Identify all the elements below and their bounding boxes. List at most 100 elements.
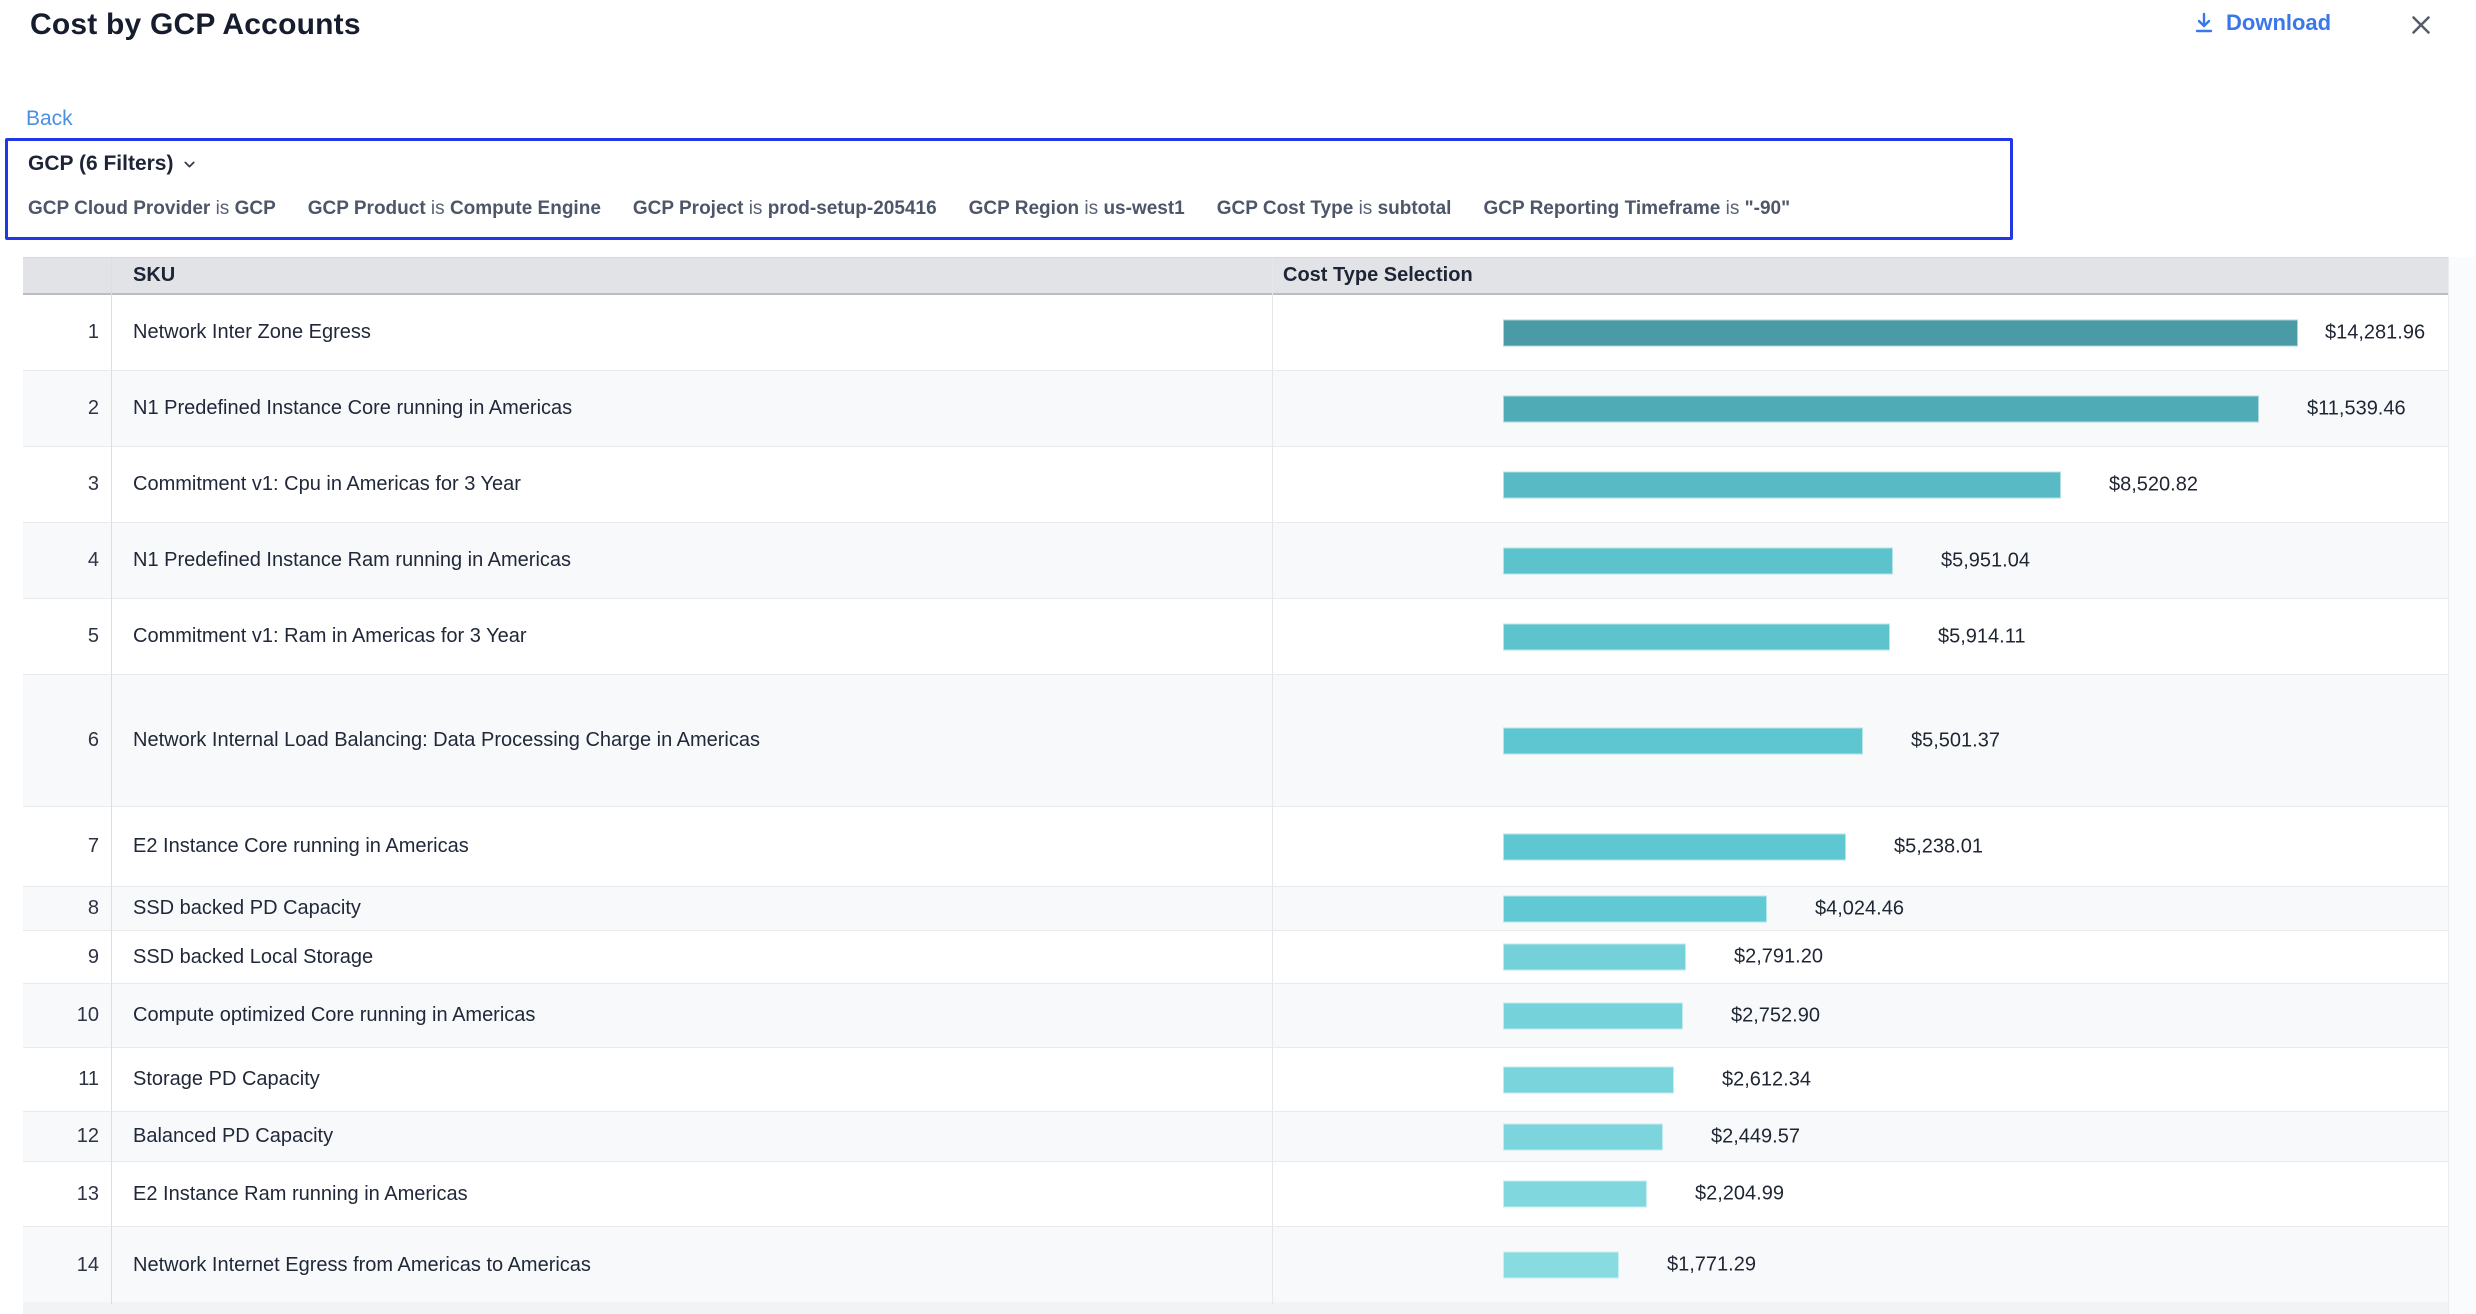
row-number: 5 (23, 599, 99, 674)
cost-value-label: $2,204.99 (1695, 1183, 1784, 1206)
row-number: 6 (23, 675, 99, 806)
scrollbar-gutter[interactable] (2448, 257, 2476, 1314)
cost-bar-cell: $2,791.20 (1272, 931, 2448, 983)
table-row: 4 N1 Predefined Instance Ram running in A… (23, 523, 2448, 599)
filter-chip-5[interactable]: GCP Reporting Timeframe is "-90" (1483, 198, 1790, 220)
filter-chip-0[interactable]: GCP Cloud Provider is GCP (28, 198, 276, 220)
row-number: 11 (23, 1048, 99, 1111)
row-number: 7 (23, 807, 99, 886)
sku-cell: Network Inter Zone Egress (133, 295, 1268, 370)
column-header-sku[interactable]: SKU (133, 258, 175, 293)
table-row: 12Balanced PD Capacity$2,449.57 (23, 1112, 2448, 1162)
row-number: 1 (23, 295, 99, 370)
row-number: 9 (23, 931, 99, 983)
cost-bar-cell: $1,771.29 (1272, 1227, 2448, 1303)
column-header-cost-type-selection[interactable]: Cost Type Selection (1283, 258, 1473, 293)
row-number: 10 (23, 984, 99, 1047)
cost-value-label: $5,914.11 (1938, 625, 2026, 648)
cost-bar-cell: $2,612.34 (1272, 1048, 2448, 1111)
cost-value-label: $2,612.34 (1722, 1068, 1811, 1091)
cost-bar-cell: $8,520.82 (1272, 447, 2448, 522)
cost-bar-cell: $5,238.01 (1272, 807, 2448, 886)
cost-bar (1503, 395, 2259, 422)
cost-bar (1503, 319, 2298, 346)
filter-chip-3[interactable]: GCP Region is us-west1 (969, 198, 1185, 220)
cost-bar-cell: $5,951.04 (1272, 523, 2448, 598)
table-body: 1 Network Inter Zone Egress $14,281.96 2N1 … (23, 295, 2448, 1304)
table-row: 5 Commitment v1: Ram in Americas for 3 Ye… (23, 599, 2448, 675)
cost-value-label: $4,024.46 (1815, 897, 1904, 920)
cost-bar (1503, 1002, 1683, 1029)
cost-bar (1503, 833, 1846, 860)
cost-bar (1503, 1066, 1674, 1093)
sku-cell: N1 Predefined Instance Core running in A… (133, 371, 1268, 446)
close-icon (2406, 10, 2436, 40)
download-icon (2192, 11, 2216, 35)
cost-bar-cell: $5,501.37 (1272, 675, 2448, 806)
table-row: 10Compute optimized Core running in Amer… (23, 984, 2448, 1048)
cost-value-label: $14,281.96 (2325, 321, 2425, 344)
download-button[interactable]: Download (2192, 10, 2331, 36)
cost-bar-cell: $5,914.11 (1272, 599, 2448, 674)
row-number: 3 (23, 447, 99, 522)
sku-cell: Commitment v1: Ram in Americas for 3 Yea… (133, 599, 1268, 674)
cost-bar-cell: $11,539.46 (1272, 371, 2448, 446)
cost-bar (1503, 1252, 1619, 1279)
sku-cell: E2 Instance Ram running in Americas (133, 1162, 1268, 1226)
table-row: 3 Commitment v1: Cpu in Americas for 3 Ye… (23, 447, 2448, 523)
table-row: 14 Network Internet Egress from Americas … (23, 1227, 2448, 1304)
download-label: Download (2226, 10, 2331, 36)
row-number: 4 (23, 523, 99, 598)
cost-bar (1503, 471, 2061, 498)
sku-cell: Network Internal Load Balancing: Data Pr… (133, 675, 1268, 806)
close-button[interactable] (2406, 10, 2436, 40)
filter-list: GCP Cloud Provider is GCP GCP Product is … (28, 198, 1790, 220)
row-number: 13 (23, 1162, 99, 1226)
table-bottom-edge (23, 1302, 2448, 1314)
filter-panel: GCP (6 Filters) GCP Cloud Provider is GC… (5, 138, 2013, 240)
table-row: 2N1 Predefined Instance Core running in … (23, 371, 2448, 447)
row-number: 8 (23, 887, 99, 930)
cost-table: SKU Cost Type Selection 1 Network Inter Z… (23, 257, 2448, 1304)
table-row: 9 SSD backed Local Storage $2,791.20 (23, 931, 2448, 984)
sku-cell: Balanced PD Capacity (133, 1112, 1268, 1161)
cost-bar (1503, 944, 1686, 971)
cost-value-label: $5,951.04 (1941, 549, 2030, 572)
filter-chip-4[interactable]: GCP Cost Type is subtotal (1217, 198, 1452, 220)
filter-chip-2[interactable]: GCP Project is prod-setup-205416 (633, 198, 937, 220)
sku-cell: E2 Instance Core running in Americas (133, 807, 1268, 886)
table-header-row: SKU Cost Type Selection (23, 258, 2448, 295)
sku-cell: N1 Predefined Instance Ram running in Am… (133, 523, 1268, 598)
sku-cell: Network Internet Egress from Americas to… (133, 1227, 1268, 1303)
sku-cell: Commitment v1: Cpu in Americas for 3 Yea… (133, 447, 1268, 522)
filter-chip-1[interactable]: GCP Product is Compute Engine (308, 198, 601, 220)
cost-value-label: $1,771.29 (1667, 1254, 1756, 1277)
page-title: Cost by GCP Accounts (30, 8, 361, 42)
table-row: 11 Storage PD Capacity $2,612.34 (23, 1048, 2448, 1112)
sku-cell: SSD backed Local Storage (133, 931, 1268, 983)
cost-bar-cell: $2,204.99 (1272, 1162, 2448, 1226)
column-divider-number (111, 258, 112, 1304)
chevron-down-icon (181, 156, 198, 173)
cost-value-label: $2,449.57 (1711, 1125, 1800, 1148)
cost-bar (1503, 547, 1893, 574)
row-number: 14 (23, 1227, 99, 1303)
cost-value-label: $2,791.20 (1734, 946, 1823, 969)
cost-bar (1503, 1181, 1647, 1208)
cost-bar (1503, 1123, 1663, 1150)
sku-cell: SSD backed PD Capacity (133, 887, 1268, 930)
cost-value-label: $5,501.37 (1911, 729, 2000, 752)
table-row: 8 SSD backed PD Capacity $4,024.46 (23, 887, 2448, 931)
cost-bar-cell: $2,449.57 (1272, 1112, 2448, 1161)
table-row: 6 Network Internal Load Balancing: Data P… (23, 675, 2448, 807)
cost-value-label: $2,752.90 (1731, 1004, 1820, 1027)
column-divider-chart (1272, 258, 1273, 1304)
cost-value-label: $8,520.82 (2109, 473, 2198, 496)
table-row: 7 E2 Instance Core running in Americas$5,… (23, 807, 2448, 887)
back-link[interactable]: Back (26, 107, 73, 131)
filter-summary-label: GCP (6 Filters) (28, 152, 173, 176)
filter-summary-toggle[interactable]: GCP (6 Filters) (28, 152, 198, 176)
cost-bar-cell: $4,024.46 (1272, 887, 2448, 930)
sku-cell: Storage PD Capacity (133, 1048, 1268, 1111)
table-row: 1 Network Inter Zone Egress $14,281.96 (23, 295, 2448, 371)
